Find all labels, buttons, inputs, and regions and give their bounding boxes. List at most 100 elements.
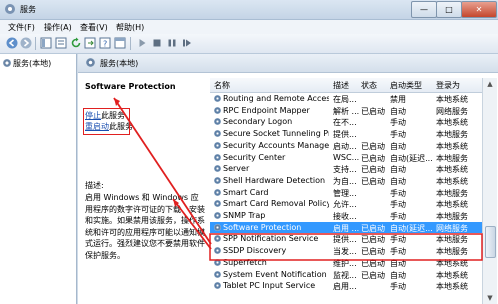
service-gear-icon — [214, 223, 221, 231]
column-startup-type[interactable]: 启动类型 — [390, 80, 422, 91]
cell-startup: 自动 — [390, 106, 406, 116]
table-row[interactable]: Tablet PC Input Service 启用... 手动 本地系统 — [210, 280, 482, 292]
export-list-icon[interactable] — [84, 37, 96, 49]
cell-logon: 网络服务 — [436, 106, 468, 116]
maximize-button[interactable]: □ — [436, 1, 462, 18]
menu-view[interactable]: 查看(V) — [80, 22, 108, 33]
vertical-scrollbar[interactable]: ▲ ▼ — [482, 78, 497, 304]
tree-item-services-local[interactable]: 服务(本地) — [3, 58, 51, 69]
description-text: 启用 Windows 和 Windows 应用程序的数字许可证的下载、安装和实施… — [85, 193, 205, 260]
service-gear-icon — [214, 258, 221, 266]
cell-desc: 接收... — [333, 212, 357, 221]
start-service-icon[interactable] — [136, 37, 148, 49]
cell-desc: 启动... — [333, 141, 357, 151]
service-gear-icon — [214, 247, 221, 255]
table-row[interactable]: SSDP Discovery 当发... 已启动 手动 本地服务 — [210, 245, 482, 257]
cell-startup: 自动(延迟... — [390, 153, 433, 163]
cell-status: 已启动 — [361, 235, 385, 245]
panel-header-label: 服务(本地) — [100, 59, 139, 68]
description-label: 描述: — [85, 181, 104, 190]
table-row[interactable]: Server 支持... 已启动 自动 本地系统 — [210, 163, 482, 175]
help-icon[interactable]: ? — [99, 37, 111, 49]
table-row[interactable]: System Event Notification S... 监视... 已启动自动… — [210, 269, 482, 281]
service-name: Secondary Logon — [223, 117, 293, 127]
cell-logon: 本地系统 — [436, 270, 468, 280]
cell-logon: 网络服务 — [436, 223, 468, 233]
service-name: System Event Notification S... — [223, 269, 329, 279]
cell-name: SNMP Trap — [214, 211, 329, 220]
service-name: Tablet PC Input Service — [223, 281, 316, 291]
cell-name: Shell Hardware Detection — [214, 176, 329, 185]
cell-desc: 监视... — [333, 270, 357, 280]
table-row[interactable]: Secondary Logon 在不... 手动 本地系统 — [210, 116, 482, 128]
properties-icon[interactable] — [55, 37, 67, 49]
cell-name: Routing and Remote Access — [214, 94, 329, 103]
service-name: SPP Notification Service — [223, 234, 319, 244]
table-row[interactable]: SNMP Trap 接收... 手动 本地服务 — [210, 210, 482, 222]
panel-header: 服务(本地) — [78, 54, 498, 73]
mmc-window-icon[interactable] — [114, 37, 126, 49]
column-name[interactable]: 名称 — [214, 80, 230, 91]
back-icon[interactable] — [6, 37, 18, 49]
scroll-down-arrow[interactable]: ▼ — [483, 292, 497, 304]
cell-name: System Event Notification S... — [214, 270, 329, 279]
service-name: Routing and Remote Access — [223, 94, 329, 103]
cell-desc: 为自... — [333, 176, 357, 186]
service-name: Server — [223, 164, 250, 174]
show-tree-icon[interactable] — [40, 37, 52, 49]
gear-icon — [3, 59, 11, 67]
table-row[interactable]: RPC Endpoint Mapper 解析 ... 已启动 自动 网络服务 — [210, 105, 482, 117]
table-row[interactable]: Smart Card Removal Policy 允许... 手动 本地系统 — [210, 198, 482, 210]
menu-action[interactable]: 操作(A) — [44, 22, 72, 33]
minimize-button[interactable]: — — [411, 1, 437, 18]
table-row[interactable]: Smart Card 管理... 手动 本地服务 — [210, 187, 482, 199]
pause-service-icon[interactable] — [166, 37, 178, 49]
column-status[interactable]: 状态 — [361, 80, 377, 91]
scroll-up-arrow[interactable]: ▲ — [483, 78, 497, 90]
service-name: RPC Endpoint Mapper — [223, 105, 310, 115]
cell-desc: 启用 ... — [333, 223, 360, 233]
service-gear-icon — [214, 106, 221, 114]
column-logon-as[interactable]: 登录为 — [436, 80, 460, 91]
refresh-icon[interactable] — [70, 37, 82, 49]
menu-file[interactable]: 文件(F) — [8, 22, 35, 33]
table-row[interactable]: Security Center WSC... 已启动 自动(延迟... 本地服务 — [210, 152, 482, 164]
table-row[interactable]: Secure Socket Tunneling Pr... 提供... 手动 本地服务 — [210, 128, 482, 140]
cell-logon: 本地系统 — [436, 95, 468, 104]
table-row[interactable]: Security Accounts Manager 启动... 已启动 自动 本地系统 — [210, 140, 482, 152]
service-name: Smart Card Removal Policy — [223, 199, 329, 209]
table-row[interactable]: SPP Notification Service 提供... 已启动 手动 本地服务 — [210, 233, 482, 245]
cell-logon: 本地系统 — [436, 200, 468, 210]
scrollbar-thumb[interactable] — [485, 226, 496, 258]
cell-logon: 本地系统 — [436, 141, 468, 151]
cell-status: 已启动 — [361, 270, 385, 280]
table-row[interactable]: Software Protection 启用 ... 已启动 自动(延迟... 网络服务 — [210, 221, 482, 234]
table-row[interactable]: Shell Hardware Detection 为自... 已启动 自动 本地系统 — [210, 175, 482, 187]
stop-service-icon[interactable] — [151, 37, 163, 49]
cell-logon: 本地系统 — [436, 258, 468, 268]
service-gear-icon — [214, 153, 221, 161]
cell-desc: WSC... — [333, 152, 360, 162]
close-button[interactable]: ✕ — [461, 1, 497, 18]
description-pane: Software Protection 停止此服务 重启动此服务 描述: 启用 … — [82, 80, 205, 304]
cell-status: 已启动 — [361, 153, 385, 163]
gear-icon — [86, 58, 95, 67]
selected-service-name: Software Protection — [85, 82, 176, 91]
cell-logon: 本地服务 — [436, 188, 468, 198]
cell-startup: 手动 — [390, 247, 406, 257]
cell-desc: 在局... — [333, 95, 357, 104]
service-gear-icon — [214, 118, 221, 126]
table-row[interactable]: Superfetch 维护... 已启动 自动 本地系统 — [210, 257, 482, 269]
tree-item-label: 服务(本地) — [13, 59, 52, 68]
table-row[interactable]: Routing and Remote Access 在局... 禁用 本地系统 — [210, 93, 482, 105]
cell-status: 已启动 — [361, 106, 385, 116]
cell-status: 已启动 — [361, 141, 385, 151]
cell-logon: 本地服务 — [436, 212, 468, 221]
cell-name: Security Accounts Manager — [214, 141, 329, 150]
service-name: SSDP Discovery — [223, 246, 287, 256]
menu-help[interactable]: 帮助(H) — [116, 22, 144, 33]
forward-icon[interactable] — [20, 37, 32, 49]
service-name: Shell Hardware Detection — [223, 175, 326, 185]
restart-service-icon[interactable] — [181, 37, 193, 49]
column-description[interactable]: 描述 — [333, 80, 349, 91]
